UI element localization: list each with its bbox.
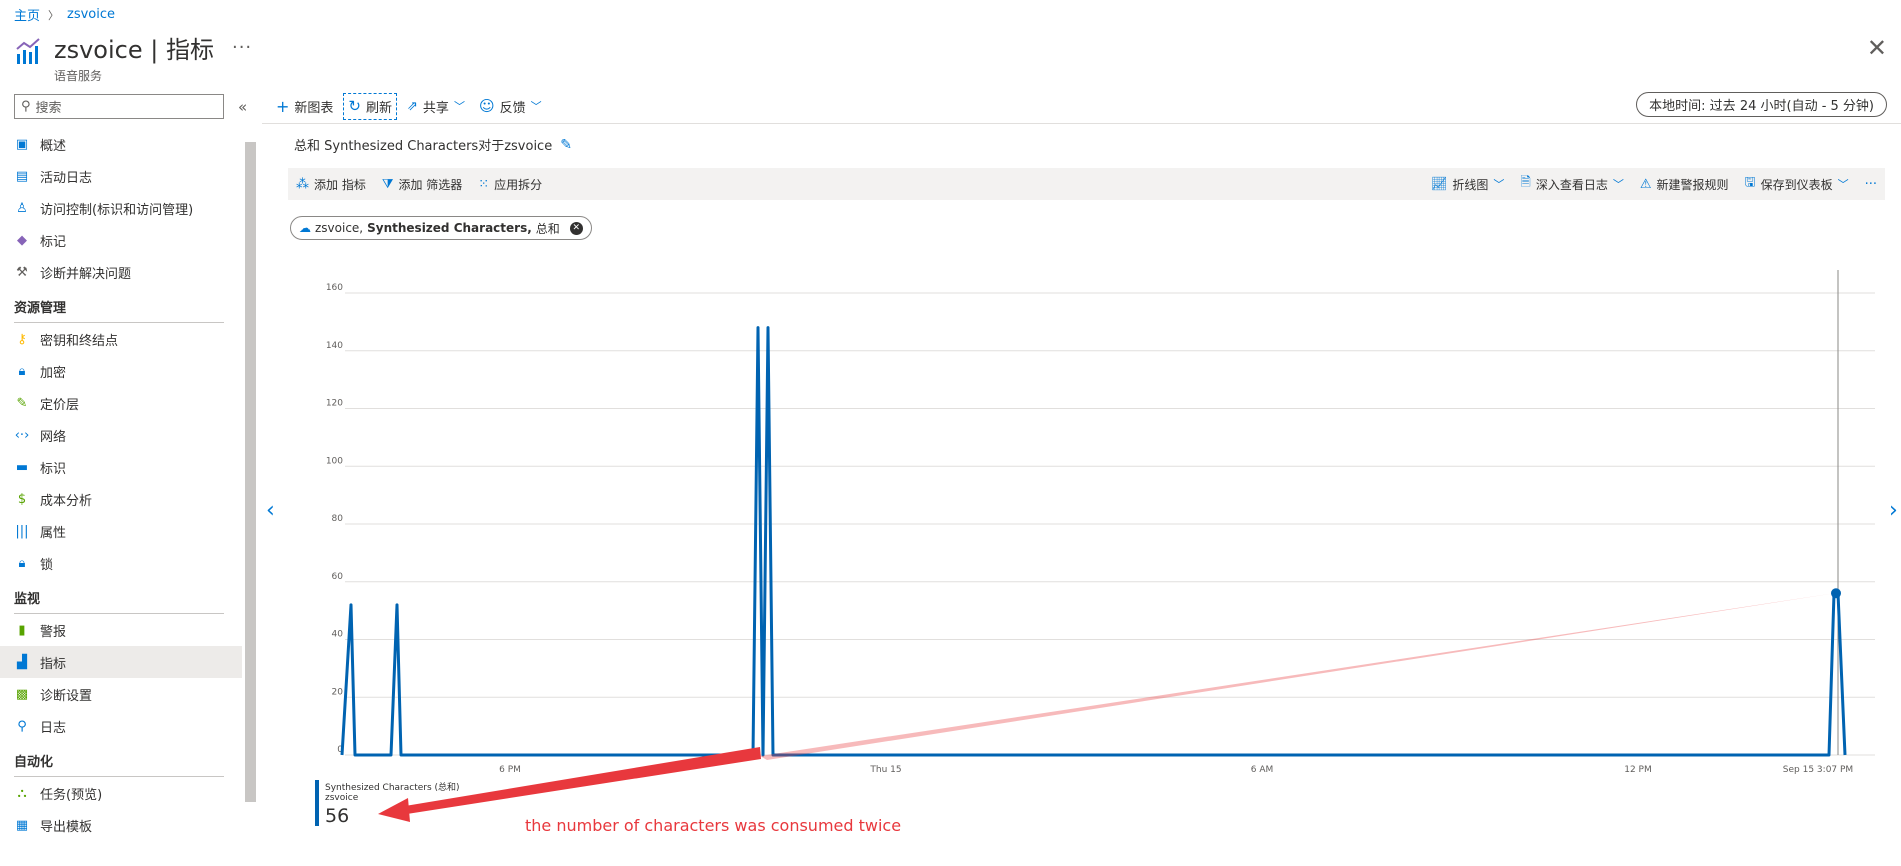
legend-value: 56 bbox=[325, 805, 350, 827]
annotation-text: the number of characters was consumed tw… bbox=[525, 816, 902, 835]
annotation-arrow bbox=[378, 593, 1836, 822]
y-tick-label: 100 bbox=[326, 456, 343, 466]
chart-legend[interactable]: Synthesized Characters (总和) zsvoice 56 bbox=[315, 780, 460, 827]
y-tick-label: 140 bbox=[326, 341, 343, 351]
y-tick-label: 120 bbox=[326, 399, 343, 409]
chart-gridlines bbox=[345, 292, 1875, 756]
x-tick-label: Thu 15 bbox=[869, 765, 901, 775]
legend-resource: zsvoice bbox=[325, 793, 359, 803]
y-tick-label: 20 bbox=[332, 687, 344, 697]
x-tick-label: 6 PM bbox=[499, 765, 521, 775]
y-tick-label: 40 bbox=[332, 630, 344, 640]
x-tick-label: 12 PM bbox=[1624, 765, 1652, 775]
y-tick-label: 60 bbox=[332, 572, 344, 582]
y-tick-label: 80 bbox=[332, 514, 344, 524]
y-axis-ticks: 020406080100120140160 bbox=[326, 283, 343, 755]
hover-point bbox=[1831, 588, 1841, 599]
legend-metric: Synthesized Characters (总和) bbox=[325, 783, 460, 793]
x-tick-label: 6 AM bbox=[1251, 765, 1274, 775]
line-chart: 020406080100120140160 6 PM Thu 15 6 AM 12 P… bbox=[326, 270, 1875, 822]
y-tick-label: 160 bbox=[326, 283, 343, 293]
legend-color-bar bbox=[315, 780, 319, 826]
x-tick-label: Sep 15 3:07 PM bbox=[1783, 765, 1853, 775]
series-line bbox=[340, 326, 1847, 757]
